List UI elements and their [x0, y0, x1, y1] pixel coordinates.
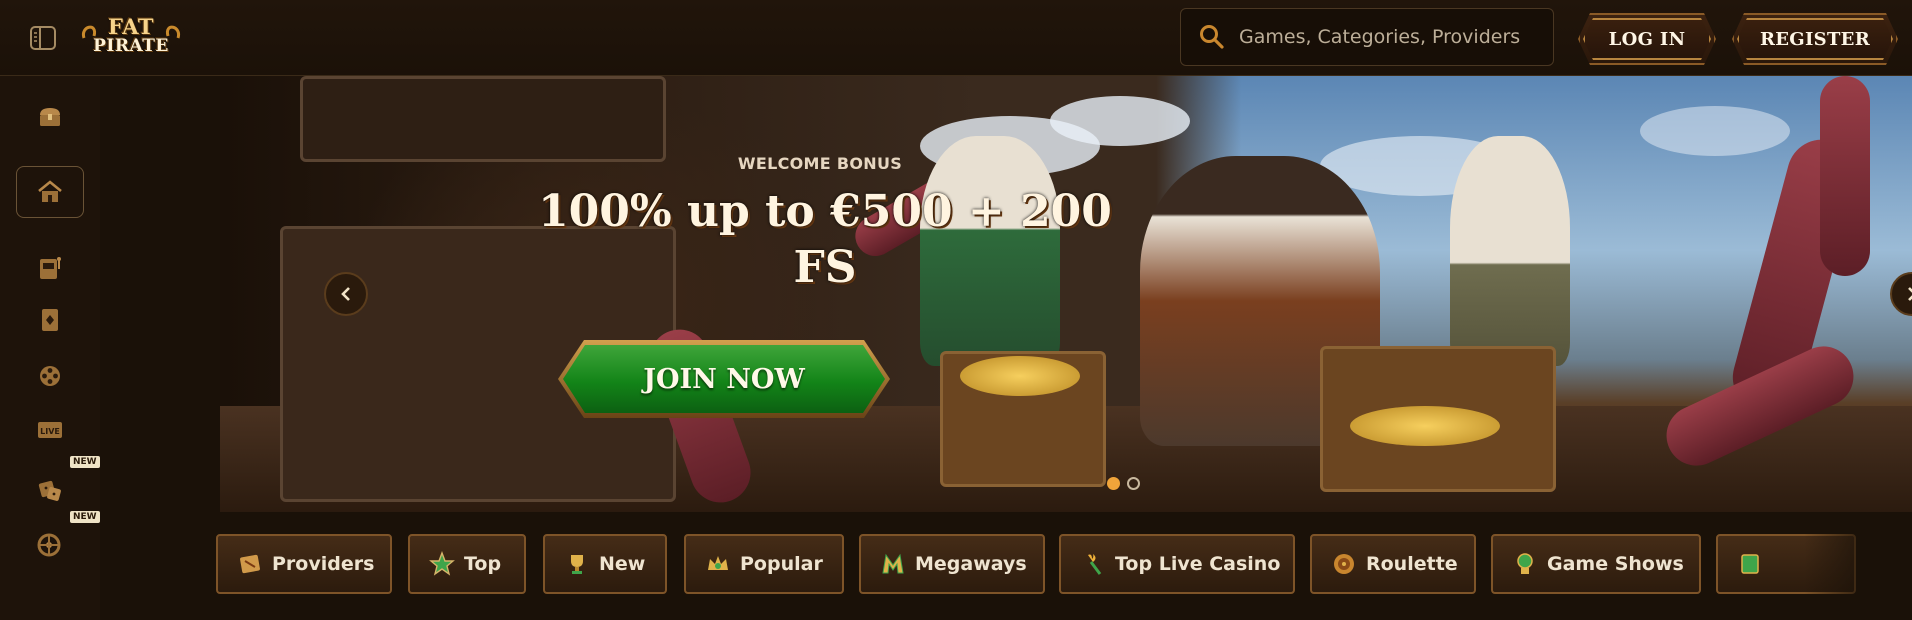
- sidebar-item-dice[interactable]: NEW: [16, 456, 100, 508]
- category-popular[interactable]: Popular: [684, 534, 844, 594]
- crown-icon: [704, 550, 732, 578]
- category-label: Top: [464, 553, 502, 575]
- banner-next-button[interactable]: [1890, 272, 1912, 316]
- login-button-label: LOG IN: [1608, 28, 1686, 50]
- category-label: New: [599, 553, 646, 575]
- category-game-shows[interactable]: Game Shows: [1491, 534, 1701, 594]
- category-label: Megaways: [915, 553, 1027, 575]
- main-content: WELCOME BONUS 100% up to €500 + 200 FS J…: [100, 76, 1912, 620]
- register-button[interactable]: REGISTER: [1732, 13, 1898, 65]
- category-top-live-casino[interactable]: Top Live Casino: [1059, 534, 1295, 594]
- sidebar-item-movies[interactable]: [16, 350, 84, 402]
- hero-banner[interactable]: WELCOME BONUS 100% up to €500 + 200 FS J…: [220, 76, 1912, 512]
- roulette-icon: [1330, 550, 1358, 578]
- login-button[interactable]: LOG IN: [1578, 13, 1716, 65]
- live-icon: LIVE: [38, 422, 62, 438]
- megaways-icon: [879, 550, 907, 578]
- fat-pirate-logo[interactable]: FAT PIRATE: [80, 14, 182, 60]
- top-header: FAT PIRATE LOG IN REGISTER: [0, 0, 1912, 76]
- carousel-dot-active[interactable]: [1107, 477, 1120, 490]
- sidebar-item-cards[interactable]: [16, 294, 84, 346]
- chevron-left-icon: [341, 287, 350, 301]
- globe-icon: [1511, 550, 1539, 578]
- sidebar-item-live[interactable]: LIVE: [16, 404, 84, 456]
- search-bar[interactable]: [1180, 8, 1554, 66]
- card-icon: [42, 309, 58, 331]
- sidebar-item-promotions[interactable]: [16, 91, 84, 143]
- wheel-icon: [37, 533, 61, 557]
- category-label: Top Live Casino: [1115, 553, 1281, 575]
- join-now-button[interactable]: JOIN NOW: [558, 340, 890, 418]
- banner-prev-button[interactable]: [324, 272, 368, 316]
- category-label: Providers: [272, 553, 375, 575]
- search-icon: [1200, 25, 1224, 49]
- map-icon: [236, 550, 264, 578]
- live-icon-text: LIVE: [40, 427, 60, 436]
- banner-eyebrow: WELCOME BONUS: [737, 154, 903, 173]
- search-input[interactable]: [1237, 25, 1541, 49]
- film-reel-icon: [40, 366, 60, 386]
- category-fade-overlay: [1804, 534, 1884, 596]
- category-providers[interactable]: Providers: [216, 534, 392, 594]
- sidebar-item-home[interactable]: [16, 166, 84, 218]
- category-top[interactable]: Top: [408, 534, 526, 594]
- torch-icon: [1079, 550, 1107, 578]
- trophy-icon: [563, 550, 591, 578]
- treasure-chest-icon: [40, 108, 60, 126]
- register-button-label: REGISTER: [1760, 28, 1870, 50]
- banner-headline: 100% up to €500 + 200 FS: [538, 186, 1112, 293]
- book-icon: [1736, 550, 1764, 578]
- category-roulette[interactable]: Roulette: [1310, 534, 1476, 594]
- logo-text-bottom: PIRATE: [93, 36, 169, 56]
- carousel-dot[interactable]: [1127, 477, 1140, 490]
- category-megaways[interactable]: Megaways: [859, 534, 1045, 594]
- category-label: Popular: [740, 553, 823, 575]
- new-badge: NEW: [70, 511, 100, 523]
- category-label: Game Shows: [1547, 553, 1684, 575]
- sidebar-item-wheel[interactable]: NEW: [16, 511, 100, 563]
- chevron-right-icon: [1908, 287, 1912, 301]
- category-label: Roulette: [1366, 553, 1458, 575]
- home-icon: [38, 180, 62, 202]
- join-now-label: JOIN NOW: [643, 363, 805, 395]
- dice-icon: [38, 480, 61, 501]
- sidebar-item-slots[interactable]: [16, 242, 84, 294]
- new-badge: NEW: [70, 456, 100, 468]
- slot-machine-icon: [40, 257, 61, 279]
- sidebar-toggle-icon[interactable]: [28, 24, 58, 52]
- category-bar: Providers Top New Popular Megaways Top L…: [216, 534, 1884, 596]
- category-new[interactable]: New: [543, 534, 667, 594]
- left-sidebar: LIVE NEW NEW: [0, 76, 100, 620]
- star-icon: [428, 550, 456, 578]
